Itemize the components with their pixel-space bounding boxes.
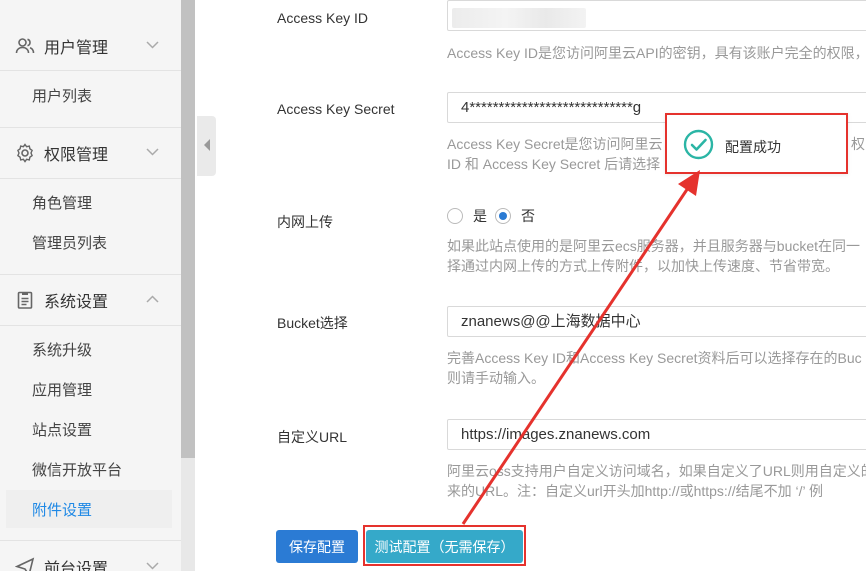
sidebar-group-permissions[interactable]: 权限管理 bbox=[0, 128, 181, 178]
sidebar-item-label: 附件设置 bbox=[32, 501, 93, 519]
sidebar-collapse-button[interactable] bbox=[197, 116, 216, 176]
sidebar-group-label: 用户管理 bbox=[44, 40, 109, 57]
sidebar-group-user-management[interactable]: 用户管理 bbox=[0, 21, 181, 71]
access-key-secret-help-line1-tail: 权 bbox=[851, 136, 865, 152]
access-key-id-label: Access Key ID bbox=[277, 10, 369, 26]
intranet-upload-radio-group: 是 否 bbox=[447, 206, 543, 226]
bucket-help-line2: 则请手动输入。 bbox=[447, 370, 545, 386]
intranet-upload-help-line1: 如果此站点使用的是阿里云ecs服务器，并且服务器与bucket在同一 bbox=[447, 238, 861, 254]
sidebar-item-wechat-open-platform[interactable]: 微信开放平台 bbox=[6, 450, 172, 488]
radio-label-yes: 是 bbox=[473, 208, 487, 224]
chevron-up-icon bbox=[146, 292, 159, 306]
custom-url-help-line1: 阿里云oss支持用户自定义访问域名，如果自定义了URL则用自定义的 bbox=[447, 463, 866, 479]
sidebar-item-roles[interactable]: 角色管理 bbox=[6, 183, 172, 221]
chevron-down-icon bbox=[146, 559, 159, 571]
redacted-value bbox=[452, 8, 586, 28]
sidebar-item-system-upgrade[interactable]: 系统升级 bbox=[6, 330, 172, 368]
bucket-label: Bucket选择 bbox=[277, 315, 348, 331]
sidebar-group-label: 系统设置 bbox=[44, 294, 109, 311]
user-group-icon bbox=[14, 35, 36, 57]
custom-url-help-line2: 来的URL。注：自定义url开头加http://或https://结尾不加 ‘/… bbox=[447, 483, 823, 499]
access-key-secret-help-line1: Access Key Secret是您访问阿里云 bbox=[447, 136, 663, 152]
toast-message: 配置成功 bbox=[725, 139, 781, 155]
sidebar-group-label: 前台设置 bbox=[44, 561, 109, 571]
check-circle-icon bbox=[683, 129, 714, 160]
custom-url-input[interactable]: https://images.znanews.com bbox=[447, 419, 866, 450]
sidebar-item-site-settings[interactable]: 站点设置 bbox=[6, 410, 172, 448]
divider bbox=[0, 70, 181, 71]
save-config-button[interactable]: 保存配置 bbox=[276, 530, 358, 563]
custom-url-label: 自定义URL bbox=[277, 429, 348, 445]
divider bbox=[0, 178, 181, 179]
sidebar-group-frontend-settings[interactable]: 前台设置 bbox=[0, 542, 181, 571]
sidebar-item-label: 微信开放平台 bbox=[32, 461, 123, 479]
sidebar-item-user-list[interactable]: 用户列表 bbox=[6, 76, 172, 114]
gear-icon bbox=[14, 142, 36, 164]
bucket-input[interactable]: znanews@@上海数据中心 bbox=[447, 306, 866, 337]
intranet-upload-no-radio[interactable] bbox=[495, 208, 511, 224]
sidebar-item-label: 站点设置 bbox=[32, 421, 93, 439]
access-key-secret-help-line2: ID 和 Access Key Secret 后请选择 bbox=[447, 156, 661, 172]
success-toast: 配置成功 bbox=[665, 113, 848, 174]
sidebar-item-label: 用户列表 bbox=[32, 87, 93, 105]
paper-plane-icon bbox=[14, 556, 36, 571]
sidebar-group-label: 权限管理 bbox=[44, 147, 109, 164]
sidebar-item-attachment-settings[interactable]: 附件设置 bbox=[6, 490, 172, 528]
sidebar-item-label: 系统升级 bbox=[32, 341, 93, 359]
chevron-down-icon bbox=[146, 145, 159, 159]
radio-label-no: 否 bbox=[521, 208, 535, 224]
divider bbox=[0, 540, 181, 541]
sidebar-item-label: 管理员列表 bbox=[32, 234, 108, 252]
sidebar-group-system-settings[interactable]: 系统设置 bbox=[0, 275, 181, 325]
divider bbox=[0, 325, 181, 326]
access-key-secret-label: Access Key Secret bbox=[277, 101, 395, 117]
bucket-help-line1: 完善Access Key ID和Access Key Secret资料后可以选择… bbox=[447, 350, 862, 366]
sidebar-scrollbar-thumb[interactable] bbox=[181, 0, 195, 458]
access-key-id-help: Access Key ID是您访问阿里云API的密钥，具有该账户完全的权限， bbox=[447, 45, 866, 61]
sidebar-item-admins[interactable]: 管理员列表 bbox=[6, 223, 172, 261]
annotation-highlight-box bbox=[363, 525, 526, 566]
clipboard-icon bbox=[14, 289, 36, 311]
sidebar-item-label: 应用管理 bbox=[32, 381, 93, 399]
chevron-down-icon bbox=[146, 38, 159, 52]
intranet-upload-help-line2: 择通过内网上传的方式上传附件，以加快上传速度、节省带宽。 bbox=[447, 258, 839, 274]
intranet-upload-yes-radio[interactable] bbox=[447, 208, 463, 224]
sidebar-item-label: 角色管理 bbox=[32, 194, 93, 212]
intranet-upload-label: 内网上传 bbox=[277, 214, 333, 230]
chevron-left-icon bbox=[203, 138, 211, 154]
sidebar-item-app-management[interactable]: 应用管理 bbox=[6, 370, 172, 408]
